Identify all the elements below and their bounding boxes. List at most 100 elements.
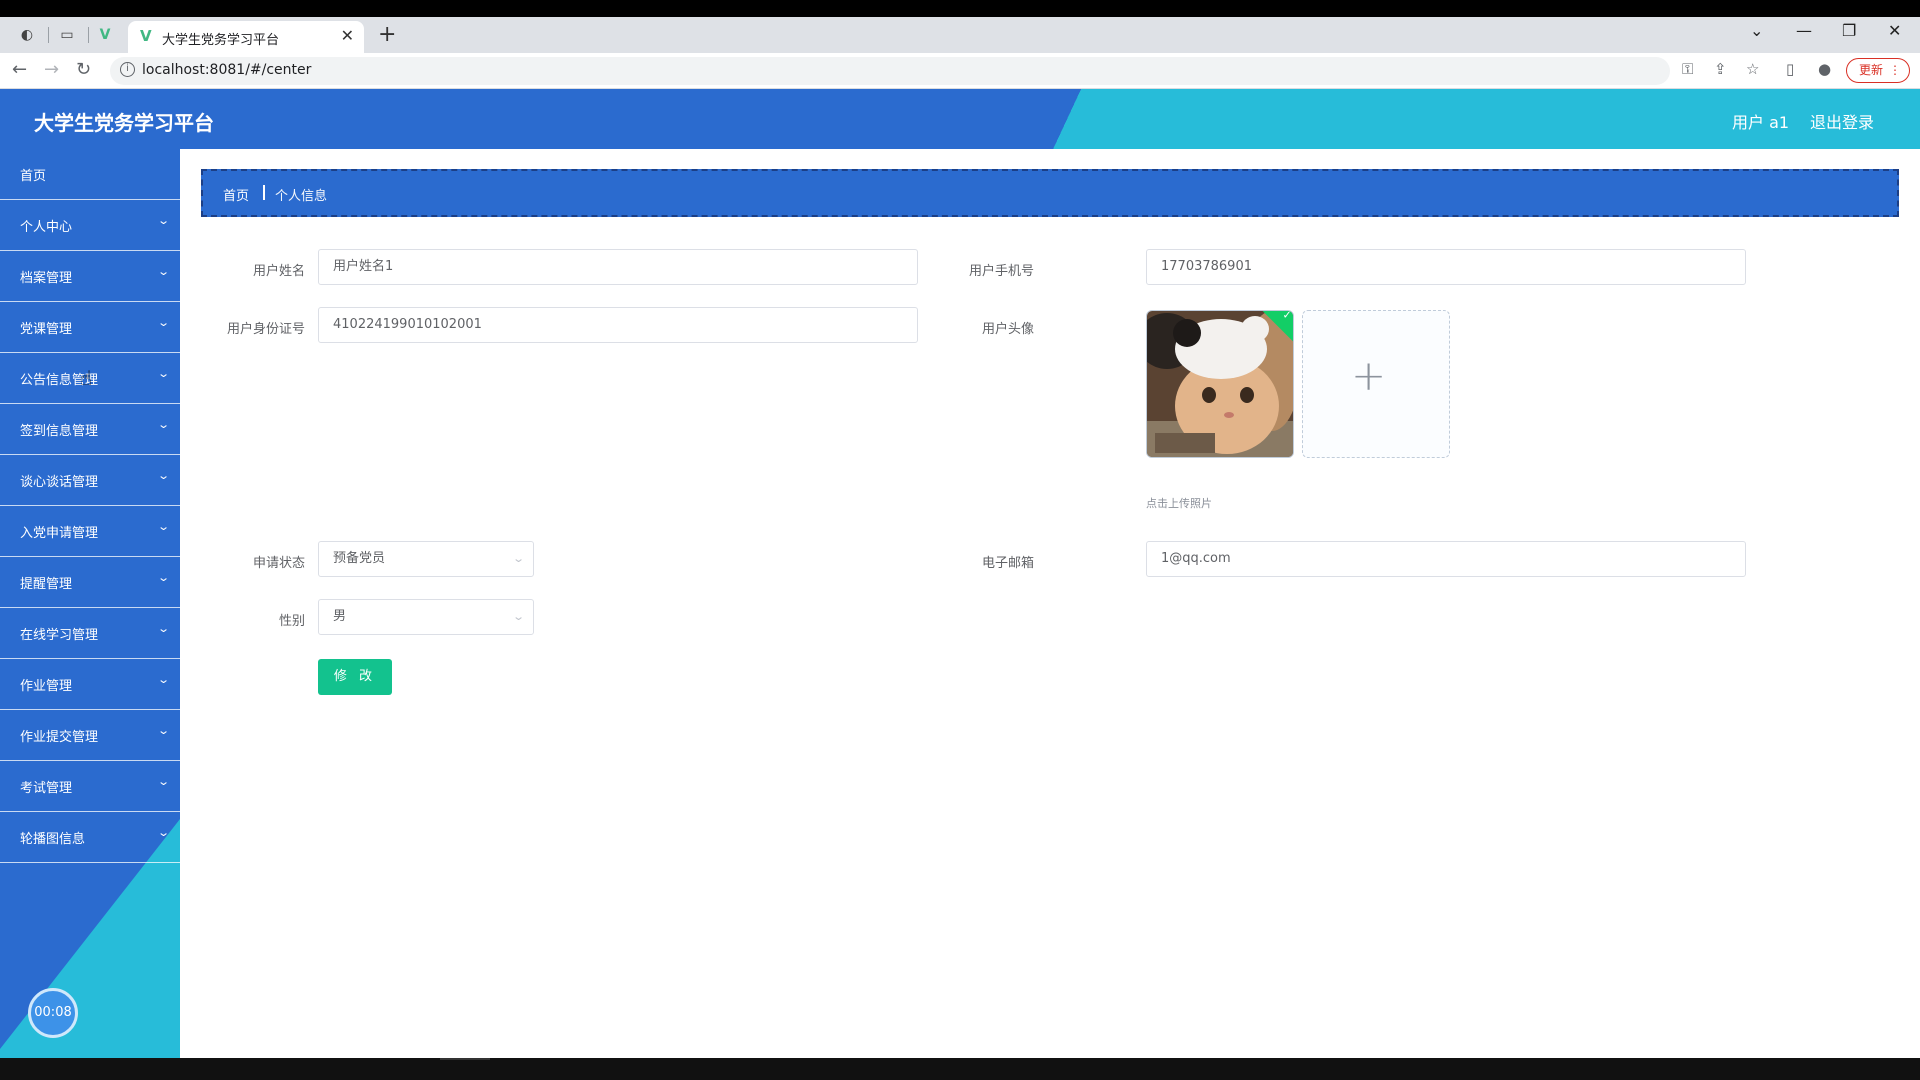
minimize-icon[interactable]: — <box>1796 21 1812 40</box>
address-bar[interactable]: i localhost:8081/#/center <box>110 57 1670 85</box>
chevron-down-icon: ⌄ <box>156 214 170 227</box>
chevron-down-icon: ⌄ <box>156 724 170 737</box>
breadcrumb-separator <box>263 185 265 200</box>
chevron-down-icon: ⌄ <box>156 367 170 380</box>
tab-close-icon[interactable]: ✕ <box>341 26 354 45</box>
recording-timer[interactable]: 00:08 <box>28 988 78 1038</box>
browser-tabbar: ◐ ▭ V V 大学生党务学习平台 ✕ + ⌄ — ❐ ✕ <box>0 17 1920 53</box>
idcard-input[interactable]: 410224199010102001 <box>318 307 918 343</box>
sidebar-item[interactable]: 轮播图信息 ⌄ <box>0 812 180 863</box>
tab-search-dropdown-icon[interactable]: ⌄ <box>1750 21 1763 40</box>
sidebar-item[interactable]: 作业管理 ⌄ <box>0 659 180 710</box>
sidebar-item-label: 党课管理 <box>20 322 73 337</box>
side-panel-icon[interactable]: ▯ <box>1786 60 1794 78</box>
avatar-image[interactable]: ✓ <box>1146 310 1294 458</box>
sidebar-item-label: 作业提交管理 <box>20 730 99 745</box>
bookmark-star-icon[interactable]: ☆ <box>1746 60 1759 78</box>
sidebar-item[interactable]: 签到信息管理 ⌄ <box>0 404 180 455</box>
breadcrumb: 首页 个人信息 <box>201 169 1899 217</box>
restore-icon[interactable]: ❐ <box>1842 21 1856 40</box>
username-input[interactable]: 用户姓名1 <box>318 249 918 285</box>
window-close-icon[interactable]: ✕ <box>1888 21 1901 40</box>
check-icon: ✓ <box>1282 310 1292 322</box>
taskbar-indicator <box>440 1058 490 1060</box>
status-label: 申请状态 <box>252 556 305 571</box>
breadcrumb-home[interactable]: 首页 <box>223 185 249 204</box>
sidebar-item[interactable]: 在线学习管理 ⌄ <box>0 608 180 659</box>
password-key-icon[interactable]: ⚿ <box>1682 60 1693 78</box>
chevron-down-icon: ⌄ <box>156 826 170 839</box>
header-user: 用户 a1 <box>1732 113 1790 132</box>
sidebar: 首页 个人中心 ⌄ 档案管理 ⌄ 党课管理 ⌄ 公告信息管理 ⌄ 签到信息管理 ⌄ 谈心谈话管理 ⌄ 入党… <box>0 149 180 1058</box>
sidebar-item-label: 个人中心 <box>20 220 73 235</box>
status-select[interactable]: 预备党员 ⌄ <box>318 541 534 577</box>
bottom-bar <box>0 1058 1920 1080</box>
tab-title: 大学生党务学习平台 <box>162 33 280 48</box>
chevron-down-icon: ⌄ <box>156 265 170 278</box>
update-button[interactable]: 更新 ⋮ <box>1846 58 1910 83</box>
sidebar-item[interactable]: 谈心谈话管理 ⌄ <box>0 455 180 506</box>
sidebar-item[interactable]: 提醒管理 ⌄ <box>0 557 180 608</box>
sidebar-item-label: 谈心谈话管理 <box>20 475 99 490</box>
username-label: 用户姓名 <box>252 264 305 279</box>
chevron-down-icon: ⌄ <box>156 673 170 686</box>
tab-blank-icon[interactable]: ▭ <box>58 26 76 44</box>
chevron-down-icon: ⌄ <box>156 775 170 788</box>
share-icon[interactable]: ⇪ <box>1714 60 1727 78</box>
gender-select[interactable]: 男 ⌄ <box>318 599 534 635</box>
sidebar-item[interactable]: 首页 <box>0 149 180 200</box>
chevron-down-icon: ⌄ <box>156 316 170 329</box>
sidebar-item-label: 提醒管理 <box>20 577 73 592</box>
sidebar-item-label: 签到信息管理 <box>20 424 99 439</box>
chevron-down-icon: ⌄ <box>156 571 170 584</box>
sidebar-item-label: 考试管理 <box>20 781 73 796</box>
sidebar-item[interactable]: 作业提交管理 ⌄ <box>0 710 180 761</box>
phone-label: 用户手机号 <box>968 264 1034 279</box>
site-info-icon[interactable]: i <box>120 62 135 77</box>
status-value: 预备党员 <box>333 551 386 566</box>
tab-vue-icon[interactable]: V <box>96 26 114 44</box>
reload-icon[interactable]: ↻ <box>76 59 91 80</box>
profile-icon[interactable]: ● <box>1818 60 1831 78</box>
sidebar-item-label: 在线学习管理 <box>20 628 99 643</box>
avatar-upload-button[interactable]: + <box>1302 310 1450 458</box>
plus-icon: + <box>1351 351 1387 400</box>
chevron-down-icon: ⌄ <box>156 520 170 533</box>
app-header: 大学生党务学习平台 用户 a1 退出登录 <box>0 89 1920 149</box>
email-input[interactable]: 1@qq.com <box>1146 541 1746 577</box>
sidebar-item[interactable]: 档案管理 ⌄ <box>0 251 180 302</box>
cat-photo <box>1147 311 1293 457</box>
sidebar-item-label: 首页 <box>20 169 47 184</box>
phone-input[interactable]: 17703786901 <box>1146 249 1746 285</box>
tab-search-icon[interactable]: ◐ <box>18 26 36 44</box>
chevron-down-icon: ⌄ <box>156 469 170 482</box>
back-icon[interactable]: ← <box>12 59 27 80</box>
sidebar-item-label: 档案管理 <box>20 271 73 286</box>
logout-button[interactable]: 退出登录 <box>1810 109 1874 133</box>
main-content: 首页 个人信息 用户姓名 用户姓名1 用户身份证号 41022419901010… <box>180 149 1920 1058</box>
sidebar-item-label: 作业管理 <box>20 679 73 694</box>
new-tab-button[interactable]: + <box>378 22 396 47</box>
tab-separator <box>88 27 89 43</box>
app: 大学生党务学习平台 用户 a1 退出登录 首页 个人中心 ⌄ 档案管理 ⌄ 党课管理 ⌄ 公告… <box>0 89 1920 1058</box>
gender-value: 男 <box>333 609 347 624</box>
upload-tip: 点击上传照片 <box>1146 497 1212 510</box>
chevron-down-icon: ⌄ <box>156 418 170 431</box>
sidebar-item[interactable]: 考试管理 ⌄ <box>0 761 180 812</box>
active-tab[interactable]: V 大学生党务学习平台 ✕ <box>128 21 364 53</box>
url-text[interactable]: localhost:8081/#/center <box>142 62 311 78</box>
sidebar-item[interactable]: 入党申请管理 ⌄ <box>0 506 180 557</box>
sidebar-item[interactable]: 个人中心 ⌄ <box>0 200 180 251</box>
submit-button[interactable]: 修 改 <box>318 659 392 695</box>
screen: ◐ ▭ V V 大学生党务学习平台 ✕ + ⌄ — ❐ ✕ ← → ↻ i lo… <box>0 0 1920 1080</box>
idcard-label: 用户身份证号 <box>226 322 305 337</box>
breadcrumb-current: 个人信息 <box>275 189 328 204</box>
update-label: 更新 <box>1859 63 1884 77</box>
mouse-cursor-icon: ☝ <box>80 366 93 390</box>
chrome-menu-icon[interactable]: ⋮ <box>1889 59 1901 81</box>
gender-chevron-icon: ⌄ <box>511 610 525 623</box>
sidebar-item[interactable]: 党课管理 ⌄ <box>0 302 180 353</box>
forward-icon[interactable]: → <box>44 59 59 80</box>
app-title: 大学生党务学习平台 <box>34 111 214 135</box>
sidebar-item-label: 轮播图信息 <box>20 832 86 847</box>
